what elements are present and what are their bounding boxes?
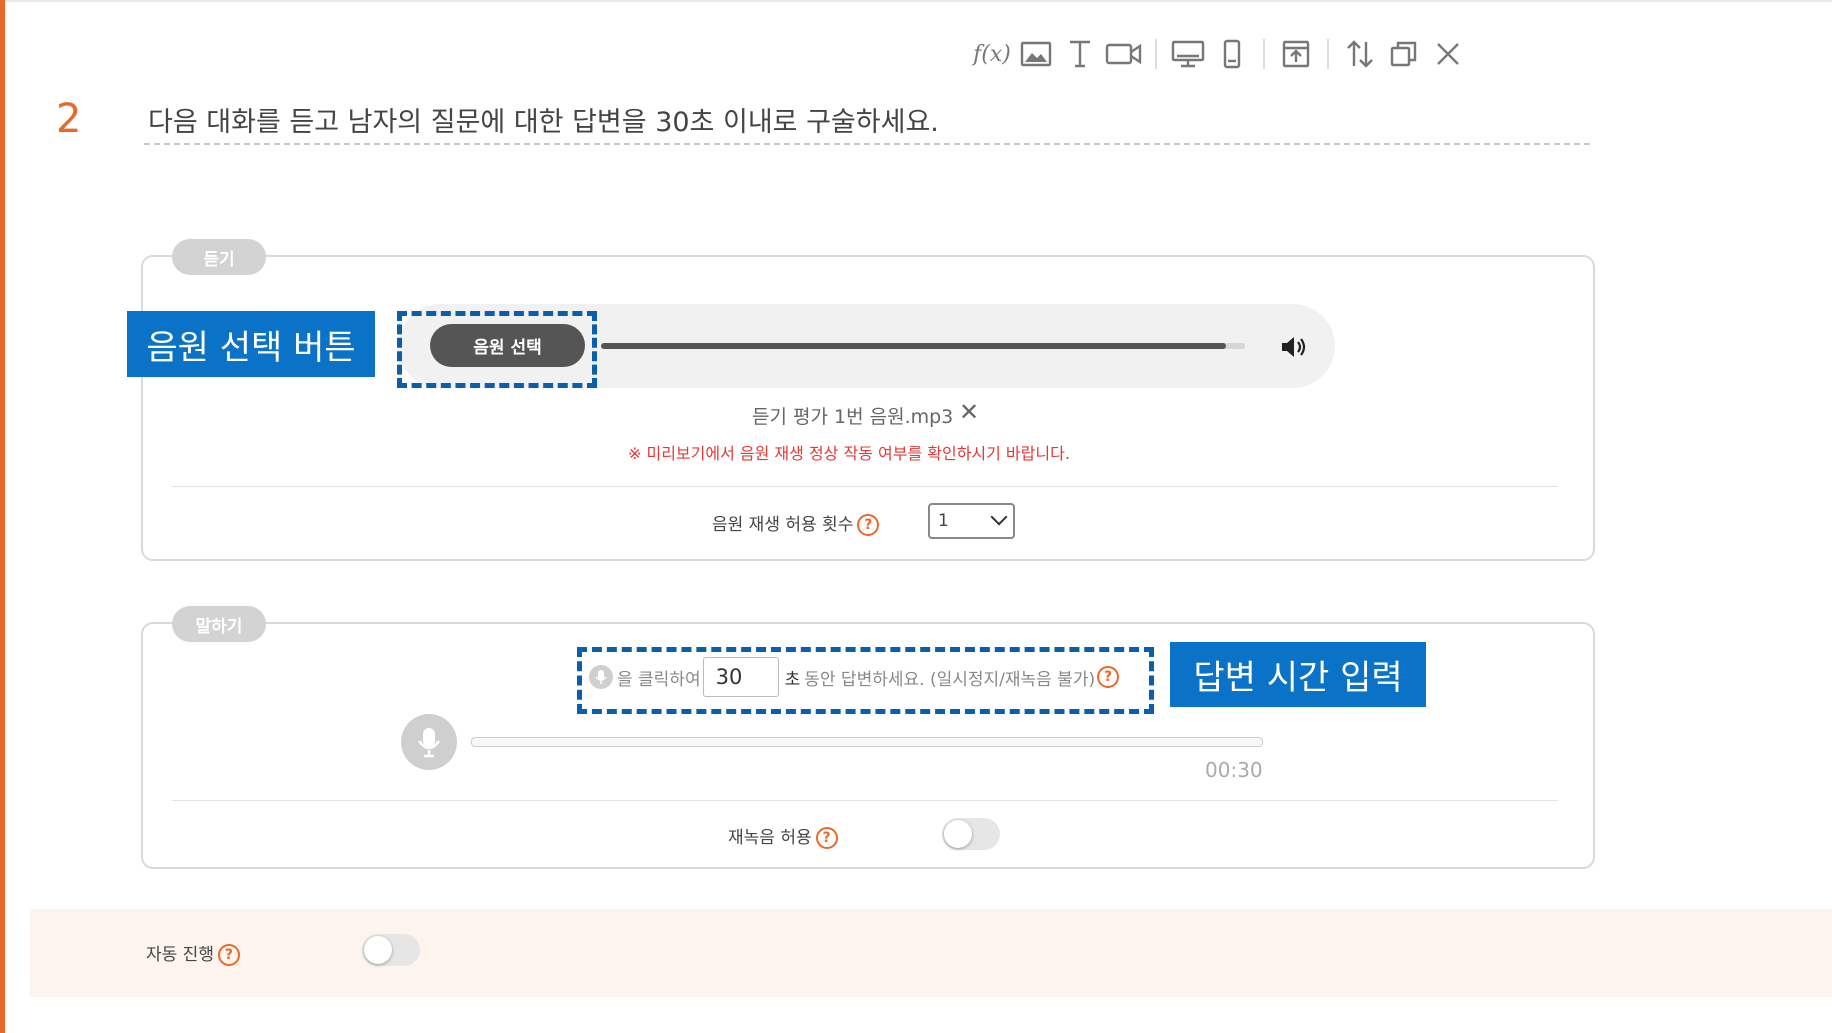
duplicate-icon[interactable] [1382,32,1426,76]
reorder-icon[interactable] [1338,32,1382,76]
listening-tag: 듣기 [172,239,266,275]
toolbar-separator [1327,39,1329,69]
formula-icon[interactable]: f(x) [970,32,1014,76]
play-limit-label: 음원 재생 허용 횟수 [712,515,854,535]
audio-progress-fill [601,343,1226,349]
toggle-knob [364,936,392,964]
help-icon[interactable]: ? [815,827,838,849]
left-accent-border [0,0,5,1033]
rerecord-toggle[interactable] [942,818,1000,850]
image-icon[interactable] [1014,32,1058,76]
speaking-tag: 말하기 [172,606,266,642]
desktop-view-icon[interactable] [1166,32,1210,76]
auto-progress-panel [30,909,1832,997]
toolbar-separator [1155,39,1157,69]
editor-toolbar: f(x) [970,32,1470,76]
chevron-down-icon [990,508,1008,526]
playback-notice: ※ 미리보기에서 음원 재생 정상 작동 여부를 확인하시기 바랍니다. [628,444,1070,463]
question-underline [144,143,1590,145]
audio-file-name: 듣기 평가 1번 음원.mp3 [752,406,954,428]
question-text[interactable]: 다음 대화를 듣고 남자의 질문에 대한 답변을 30초 이내로 구술하세요. [148,100,939,139]
audio-select-highlight [397,311,597,388]
answer-time-highlight [577,647,1154,714]
speaking-divider [172,800,1558,801]
text-icon[interactable] [1058,32,1102,76]
rerecord-setting: 재녹음 허용? [728,823,838,849]
listening-divider [172,486,1558,487]
remove-file-icon[interactable]: ✕ [959,400,979,424]
close-icon[interactable] [1426,32,1470,76]
help-icon[interactable]: ? [857,514,880,536]
recording-progress-bar [471,737,1263,747]
rerecord-label: 재녹음 허용 [728,828,812,848]
preview-icon[interactable] [1274,32,1318,76]
mobile-view-icon[interactable] [1210,32,1254,76]
audio-progress-bar[interactable] [601,343,1245,349]
recording-time: 00:30 [1205,758,1263,782]
help-icon[interactable]: ? [217,944,240,966]
toggle-knob [944,820,972,848]
audio-select-annotation: 음원 선택 버튼 [127,311,375,377]
play-limit-select[interactable]: 1 [928,503,1015,539]
top-divider [5,0,1832,2]
play-limit-setting: 음원 재생 허용 횟수? [712,510,880,536]
video-icon[interactable] [1102,32,1146,76]
question-number: 2 [56,96,82,142]
answer-time-annotation: 답변 시간 입력 [1170,642,1426,707]
play-limit-value: 1 [938,511,949,531]
auto-progress-label: 자동 진행 [146,945,214,965]
auto-progress-setting: 자동 진행? [146,940,240,966]
record-button[interactable] [401,714,457,770]
volume-icon[interactable] [1280,334,1308,360]
toolbar-separator [1263,39,1265,69]
auto-progress-toggle[interactable] [362,934,420,966]
